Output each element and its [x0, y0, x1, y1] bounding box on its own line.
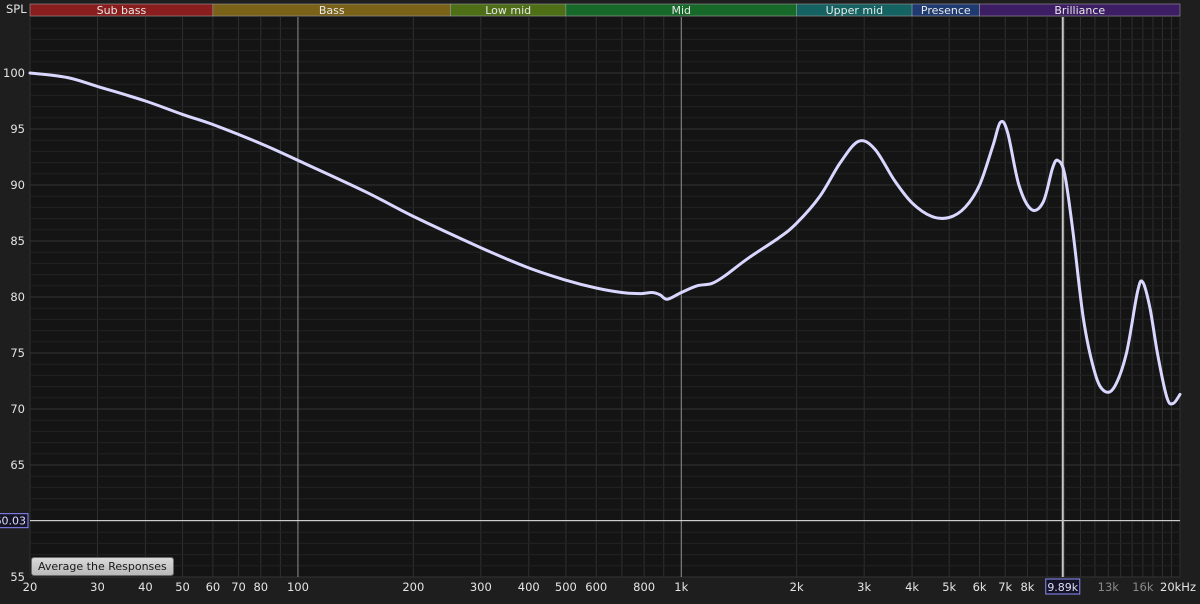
x-tick-label: 8k	[1020, 580, 1034, 594]
band-label-6: Brilliance	[1054, 4, 1105, 17]
x-tick-label: 60	[206, 580, 221, 594]
y-axis-labels: SPL 100959085807570656055	[3, 2, 27, 584]
y-tick-label: 100	[3, 66, 25, 80]
x-tick-label: 20	[23, 580, 38, 594]
frequency-band-strip: Sub bass Bass Low mid Mid Upper mid Presence B…	[29, 3, 1181, 17]
x-tick-label: 3k	[857, 580, 871, 594]
y-tick-label: 85	[10, 234, 25, 248]
x-tick-label: 13k	[1098, 580, 1120, 594]
x-tick-label: 16k	[1132, 580, 1154, 594]
band-label-5: Presence	[921, 4, 971, 17]
x-tick-label: 200	[402, 580, 424, 594]
x-tick-label: 1k	[674, 580, 688, 594]
y-tick-label: 95	[10, 122, 25, 136]
band-label-2: Low mid	[485, 4, 531, 17]
x-tick-label: 500	[555, 580, 577, 594]
x-tick-label: 40	[138, 580, 153, 594]
x-tick-label: 5k	[942, 580, 956, 594]
x-tick-label: 80	[253, 580, 268, 594]
frequency-response-chart[interactable]: Sub bass Bass Low mid Mid Upper mid Presence B…	[0, 0, 1200, 604]
x-tick-label: 100	[287, 580, 309, 594]
band-label-4: Upper mid	[826, 4, 884, 17]
average-responses-button[interactable]: Average the Responses	[31, 557, 174, 576]
x-tick-label: 2k	[790, 580, 804, 594]
x-tick-label: 800	[633, 580, 655, 594]
x-tick-label: 300	[470, 580, 492, 594]
x-tick-label: 50	[175, 580, 190, 594]
band-label-3: Mid	[672, 4, 692, 17]
x-tick-label: 30	[90, 580, 105, 594]
y-tick-label: 70	[10, 402, 25, 416]
x-tick-label: 400	[518, 580, 540, 594]
y-tick-label: 80	[10, 290, 25, 304]
x-tick-label: 70	[231, 580, 246, 594]
cursor-x-readout: 9.89k	[1047, 581, 1078, 594]
band-label-0: Sub bass	[97, 4, 147, 17]
x-tick-label: 20kHz	[1160, 580, 1196, 594]
x-tick-label: 6k	[973, 580, 987, 594]
y-tick-label: 65	[10, 458, 25, 472]
y-tick-label: 75	[10, 346, 25, 360]
x-tick-label: 600	[585, 580, 607, 594]
x-tick-label: 4k	[905, 580, 919, 594]
y-axis-title: SPL	[6, 2, 27, 16]
cursor-y-readout: 60.03	[0, 515, 26, 528]
x-tick-label: 7k	[998, 580, 1012, 594]
x-axis-labels: 20 30 40 50 60 70 80 100 200 300 400 500 600 800 1k 2k 3…	[23, 580, 1196, 594]
band-label-1: Bass	[319, 4, 345, 17]
y-tick-label: 90	[10, 178, 25, 192]
